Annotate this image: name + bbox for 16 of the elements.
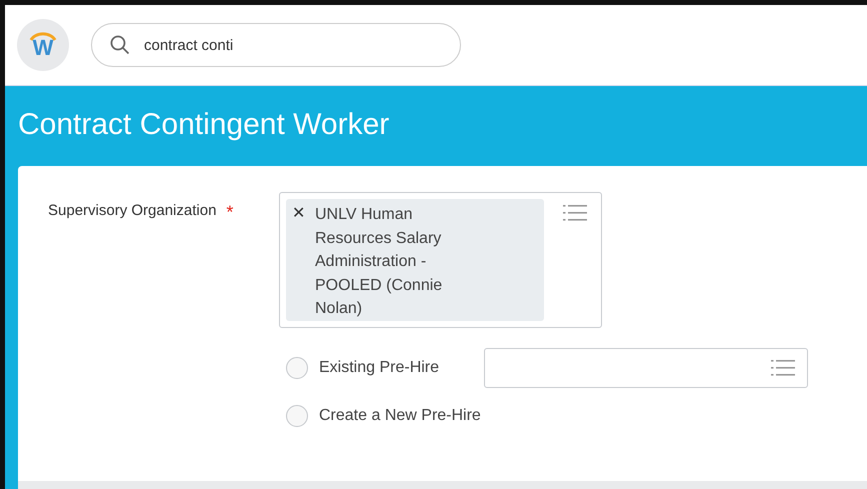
field-label: Supervisory Organization	[48, 202, 216, 219]
search-icon	[110, 35, 130, 55]
option-label: Create a New Pre-Hire	[319, 407, 482, 425]
list-icon[interactable]	[563, 203, 587, 223]
page-title: Contract Contingent Worker	[18, 107, 390, 143]
prompt-field[interactable]	[484, 348, 808, 388]
radio-button[interactable]	[286, 405, 308, 427]
list-icon[interactable]	[771, 358, 795, 378]
search-field[interactable]: contract conti	[91, 23, 461, 67]
required-mark: *	[226, 202, 234, 223]
selected-item[interactable]: ✕ UNLV Human Resources Salary Administration - POOLED (Connie Nolan)	[286, 199, 544, 321]
prompt-field[interactable]: ✕ UNLV Human Resources Salary Administration - POOLED (Connie Nolan)	[279, 192, 602, 328]
remove-icon[interactable]: ✕	[292, 203, 305, 317]
radio-button[interactable]	[286, 357, 308, 379]
selected-item-text: UNLV Human Resources Salary Administration - POOLED (Connie Nolan)	[315, 205, 444, 317]
option-label: Existing Pre-Hire	[319, 359, 440, 377]
